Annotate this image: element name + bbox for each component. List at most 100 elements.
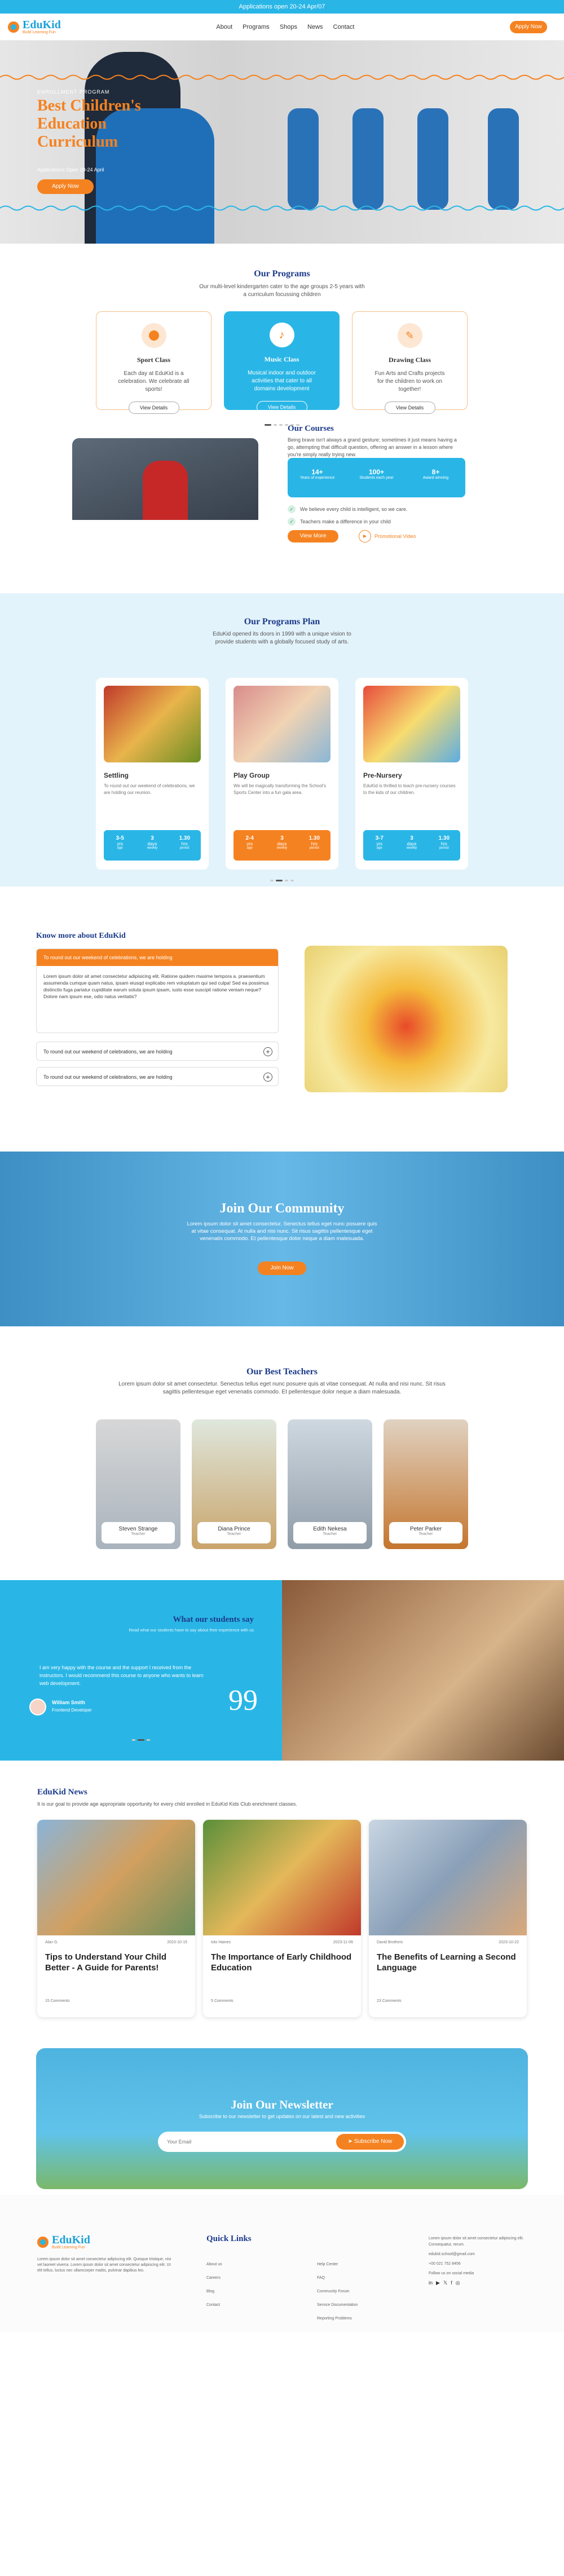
promo-video-link[interactable]: ▶ Promotional Video bbox=[359, 530, 416, 542]
program-details-button[interactable]: View Details bbox=[384, 402, 435, 414]
course-bullet: ✓ Teachers make a difference in your chil… bbox=[288, 518, 391, 526]
teacher-card[interactable]: Peter Parker Teacher bbox=[384, 1419, 468, 1549]
logo-icon bbox=[8, 21, 19, 33]
news-card[interactable]: Alan G. 2023-10-15 Tips to Understand Yo… bbox=[37, 1820, 195, 2017]
plan-stats: 3-7 yrs age 3 days weekly 1.30 hrs period bbox=[363, 830, 460, 861]
faq-item[interactable]: To round out our weekend of celebrations… bbox=[36, 1067, 279, 1086]
news-card[interactable]: David Brothers 2023-10-22 The Benefits o… bbox=[369, 1820, 527, 2017]
brand-name: EduKid bbox=[23, 19, 61, 31]
teacher-card[interactable]: Diana Prince Teacher bbox=[192, 1419, 276, 1549]
news-date: 2023-10-15 bbox=[167, 1940, 187, 1944]
footer-link[interactable]: Reporting Problems bbox=[317, 2312, 358, 2326]
plan-stats: 3-5 yrs age 3 days weekly 1.30 hrs period bbox=[104, 830, 201, 861]
plan-subtitle: EduKid opened its doors in 1999 with a u… bbox=[213, 631, 351, 645]
hero-wave-top bbox=[0, 74, 564, 80]
hero-coat-thumb-2 bbox=[352, 108, 384, 210]
newsletter-section: Join Our Newsletter Subscribe to our new… bbox=[0, 2043, 564, 2195]
news-headline: Tips to Understand Your Child Better - A… bbox=[45, 1952, 167, 1973]
linkedin-icon[interactable]: in bbox=[429, 2280, 433, 2286]
testimonial-title: What our students say bbox=[173, 1615, 254, 1624]
instagram-icon[interactable]: ◎ bbox=[456, 2280, 460, 2286]
teacher-name: Diana Prince bbox=[218, 1526, 250, 1532]
announcement-bar: Applications open 20-24 Apr/07 bbox=[0, 0, 564, 14]
hero-coat-thumb-3 bbox=[417, 108, 448, 210]
x-icon[interactable]: 𝕏 bbox=[443, 2280, 447, 2286]
hero-apply-button[interactable]: Apply Now bbox=[37, 179, 94, 194]
stat-value: 8+ bbox=[431, 468, 440, 476]
news-comments: 5 Comments bbox=[211, 1999, 233, 2003]
testimonial-name: William Smith bbox=[52, 1700, 85, 1705]
footer-description: Lorem ipsum dolor sit amet consectetur a… bbox=[37, 2257, 171, 2273]
program-text: Fun Arts and Crafts projects for the chi… bbox=[374, 370, 445, 392]
newsletter-title: Join Our Newsletter bbox=[231, 2098, 333, 2111]
plan-image bbox=[363, 686, 460, 762]
nav-contact[interactable]: Contact bbox=[333, 24, 355, 30]
footer-link[interactable]: FAQ bbox=[317, 2271, 358, 2285]
program-details-button[interactable]: View Details bbox=[256, 401, 307, 413]
youtube-icon[interactable]: ▶ bbox=[436, 2280, 440, 2286]
header-apply-button[interactable]: Apply Now bbox=[510, 20, 547, 33]
facebook-icon[interactable]: f bbox=[451, 2280, 452, 2286]
logo[interactable]: EduKid Build Learning Fun bbox=[8, 19, 61, 34]
email-text[interactable]: edukid.school@gmail.com bbox=[429, 2251, 525, 2257]
plan-carousel-dots[interactable] bbox=[0, 875, 564, 883]
hero-note: Applications Open 20-24 April bbox=[37, 167, 104, 173]
quote-icon: 99 bbox=[228, 1684, 258, 1717]
nav-shops[interactable]: Shops bbox=[280, 24, 297, 30]
teacher-name: Peter Parker bbox=[409, 1526, 442, 1532]
nav-news[interactable]: News bbox=[307, 24, 323, 30]
community-section: Join Our Community Lorem ipsum dolor sit… bbox=[0, 1152, 564, 1326]
faq-image bbox=[305, 946, 508, 1092]
music-note-icon: ♪ bbox=[269, 323, 294, 347]
stat-value: 14+ bbox=[311, 468, 323, 476]
nav-about[interactable]: About bbox=[216, 24, 232, 30]
teacher-role: Teacher bbox=[418, 1532, 433, 1536]
teacher-card[interactable]: Steven Strange Teacher bbox=[96, 1419, 180, 1549]
news-author: Alan G. bbox=[45, 1940, 59, 1944]
hero-coat-thumb-4 bbox=[488, 108, 519, 210]
footer-link[interactable]: About us bbox=[206, 2258, 222, 2271]
news-headline: The Benefits of Learning a Second Langua… bbox=[377, 1952, 516, 1973]
footer-contact: Lorem ipsum dolor sit amet consectetur a… bbox=[429, 2235, 525, 2286]
join-now-button[interactable]: Join Now bbox=[258, 1261, 306, 1275]
footer-link[interactable]: Blog bbox=[206, 2285, 222, 2299]
faq-item[interactable]: To round out our weekend of celebrations… bbox=[36, 1042, 279, 1061]
footer-link[interactable]: Service Documentation bbox=[317, 2299, 358, 2312]
teacher-card[interactable]: Edith Nekesa Teacher bbox=[288, 1419, 372, 1549]
footer: EduKid Build Learning Fun Lorem ipsum dol… bbox=[0, 2195, 564, 2332]
teachers-section: Our Best Teachers Lorem ipsum dolor sit … bbox=[0, 1326, 564, 1552]
address-text: Lorem ipsum dolor sit amet consectetur a… bbox=[429, 2237, 524, 2247]
program-text: Musical indoor and outdoor activities th… bbox=[248, 370, 316, 392]
footer-link[interactable]: Help Center bbox=[317, 2258, 358, 2271]
news-image bbox=[369, 1820, 527, 1935]
send-icon: ➤ bbox=[347, 2138, 354, 2145]
program-name: Sport Class bbox=[136, 356, 170, 364]
view-more-button[interactable]: View More bbox=[288, 530, 338, 542]
news-date: 2023-11-06 bbox=[333, 1940, 353, 1944]
teachers-title: Our Best Teachers bbox=[246, 1367, 318, 1377]
news-comments: 23 Comments bbox=[377, 1999, 402, 2003]
brand-tagline: Build Learning Fun bbox=[52, 2246, 85, 2249]
faq-item-open[interactable]: To round out our weekend of celebrations… bbox=[36, 949, 279, 1033]
footer-link[interactable]: Careers bbox=[206, 2271, 222, 2285]
social-icons: in ▶ 𝕏 f ◎ bbox=[429, 2280, 525, 2286]
main-nav: About Programs Shops News Contact bbox=[216, 24, 354, 30]
nav-programs[interactable]: Programs bbox=[243, 24, 270, 30]
faq-title: Know more about EduKid bbox=[36, 932, 126, 940]
program-details-button[interactable]: View Details bbox=[128, 402, 179, 414]
email-input[interactable] bbox=[167, 2136, 314, 2147]
plan-image bbox=[233, 686, 331, 762]
footer-link[interactable]: Community Forum bbox=[317, 2285, 358, 2299]
subscribe-button[interactable]: ➤ Subscribe Now bbox=[336, 2134, 404, 2150]
footer-logo[interactable]: EduKid Build Learning Fun bbox=[37, 2234, 90, 2249]
teacher-name: Edith Nekesa bbox=[313, 1526, 347, 1532]
teacher-name: Steven Strange bbox=[118, 1526, 158, 1532]
footer-link[interactable]: Contact bbox=[206, 2299, 222, 2312]
news-card[interactable]: Iolo Haines 2023-11-06 The Importance of… bbox=[203, 1820, 361, 2017]
testimonial-image bbox=[282, 1580, 564, 1761]
testimonial-dots[interactable] bbox=[0, 1735, 282, 1743]
teacher-role: Teacher bbox=[323, 1532, 337, 1536]
avatar bbox=[29, 1699, 46, 1715]
phone-text[interactable]: +00 021 752 8456 bbox=[429, 2261, 525, 2267]
play-icon: ▶ bbox=[359, 530, 371, 542]
